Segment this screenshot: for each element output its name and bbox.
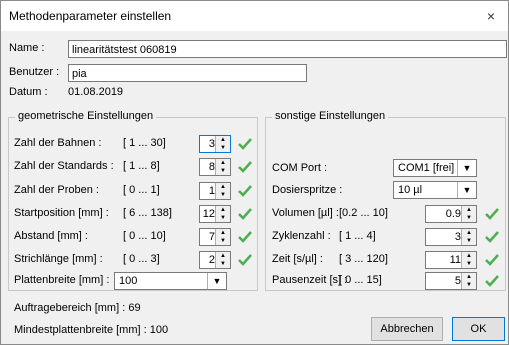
geo-row-range: [ 0 ... 10] — [123, 230, 166, 242]
ok-button[interactable]: OK — [452, 317, 505, 341]
geo-row-range: [ 1 ... 8] — [123, 160, 160, 172]
spin-arrows-icon[interactable]: ▲ ▼ — [215, 206, 230, 222]
zyklenzahl-stepper[interactable]: 3 ▲ ▼ — [425, 228, 477, 246]
bahnen-stepper[interactable]: 3 ▲ ▼ — [199, 135, 231, 153]
other-row-range: [ 0 ... 15] — [339, 274, 382, 286]
com-port-label: COM Port : — [272, 162, 328, 174]
geo-row-range: [ 0 ... 3] — [123, 253, 160, 265]
stepper-value: 12 — [202, 208, 215, 220]
mindestplattenbreite-text: Mindestplattenbreite [mm] : 100 — [14, 324, 169, 336]
name-label: Name : — [9, 42, 45, 54]
geo-row-label: Zahl der Proben : — [14, 184, 99, 196]
chevron-down-icon[interactable]: ▼ — [457, 160, 476, 176]
dosierspritze-label: Dosierspritze : — [272, 184, 343, 196]
other-row-label: Volumen [µl] : — [272, 207, 339, 219]
geo-row-label: Zahl der Standards : — [14, 160, 114, 172]
check-icon — [238, 231, 252, 243]
datum-value: 01.08.2019 — [68, 86, 124, 98]
stepper-value: 11 — [449, 254, 461, 266]
startposition-stepper[interactable]: 12 ▲ ▼ — [199, 205, 231, 223]
plattenbreite-label: Plattenbreite [mm] : — [14, 274, 110, 286]
spin-arrows-icon[interactable]: ▲ ▼ — [461, 273, 476, 289]
benutzer-label: Benutzer : — [9, 66, 60, 78]
title-bar: Methodenparameter einstellen × — [1, 1, 508, 31]
plattenbreite-select[interactable]: 100 ▼ — [114, 272, 227, 290]
plattenbreite-value: 100 — [119, 275, 138, 287]
other-row-range: [0.2 ... 10] — [339, 207, 388, 219]
spin-arrows-icon[interactable]: ▲ ▼ — [461, 206, 476, 222]
check-icon — [485, 231, 499, 243]
dosierspritze-value: 10 µl — [398, 184, 423, 196]
pausenzeit-stepper[interactable]: 5 ▲ ▼ — [425, 272, 477, 290]
other-row-label: Pausenzeit [s] : — [272, 274, 348, 286]
geo-row-range: [ 1 ... 30] — [123, 137, 166, 149]
check-icon — [485, 208, 499, 220]
other-group-title: sonstige Einstellungen — [272, 110, 389, 122]
other-row-range: [ 3 ... 120] — [339, 253, 388, 265]
com-port-select[interactable]: COM1 [frei] ▼ — [393, 159, 477, 177]
standards-stepper[interactable]: 8 ▲ ▼ — [199, 158, 231, 176]
spin-arrows-icon[interactable]: ▲ ▼ — [215, 229, 230, 245]
check-icon — [238, 138, 252, 150]
window-title: Methodenparameter einstellen — [9, 9, 172, 23]
check-icon — [238, 185, 252, 197]
spin-arrows-icon[interactable]: ▲ ▼ — [461, 229, 476, 245]
other-row-label: Zeit [s/µl] : — [272, 253, 323, 265]
abstand-stepper[interactable]: 7 ▲ ▼ — [199, 228, 231, 246]
strichlaenge-stepper[interactable]: 2 ▲ ▼ — [199, 251, 231, 269]
datum-label: Datum : — [9, 86, 48, 98]
benutzer-field[interactable]: pia — [68, 64, 307, 82]
check-icon — [238, 208, 252, 220]
spin-arrows-icon[interactable]: ▲ ▼ — [215, 183, 230, 199]
name-field[interactable]: linearitätstest 060819 — [68, 40, 507, 58]
com-port-value: COM1 [frei] — [398, 162, 455, 174]
geo-row-label: Strichlänge [mm] : — [14, 253, 103, 265]
stepper-value: 0.9 — [445, 208, 461, 220]
spin-arrows-icon[interactable]: ▲ ▼ — [215, 136, 230, 152]
geo-group-title: geometrische Einstellungen — [15, 110, 157, 122]
check-icon — [238, 161, 252, 173]
proben-stepper[interactable]: 1 ▲ ▼ — [199, 182, 231, 200]
other-row-label: Zyklenzahl : — [272, 230, 331, 242]
check-icon — [238, 254, 252, 266]
check-icon — [485, 254, 499, 266]
volumen-stepper[interactable]: 0.9 ▲ ▼ — [425, 205, 477, 223]
geo-row-label: Startposition [mm] : — [14, 207, 109, 219]
geo-row-label: Zahl der Bahnen : — [14, 137, 102, 149]
spin-arrows-icon[interactable]: ▲ ▼ — [215, 159, 230, 175]
chevron-down-icon[interactable]: ▼ — [457, 182, 476, 198]
spin-arrows-icon[interactable]: ▲ ▼ — [461, 252, 476, 268]
zeit-stepper[interactable]: 11 ▲ ▼ — [425, 251, 477, 269]
check-icon — [485, 275, 499, 287]
dialog-body: Name : linearitätstest 060819 Benutzer :… — [1, 31, 508, 344]
dosierspritze-select[interactable]: 10 µl ▼ — [393, 181, 477, 199]
close-icon[interactable]: × — [474, 1, 508, 31]
dialog-window: Methodenparameter einstellen × Name : li… — [0, 0, 509, 345]
auftragebereich-text: Auftragebereich [mm] : 69 — [14, 302, 141, 314]
spin-arrows-icon[interactable]: ▲ ▼ — [215, 252, 230, 268]
geo-row-label: Abstand [mm] : — [14, 230, 88, 242]
geo-row-range: [ 6 ... 138] — [123, 207, 172, 219]
chevron-down-icon[interactable]: ▼ — [207, 273, 226, 289]
geo-row-range: [ 0 ... 1] — [123, 184, 160, 196]
cancel-button[interactable]: Abbrechen — [371, 317, 443, 341]
other-row-range: [ 1 ... 4] — [339, 230, 376, 242]
